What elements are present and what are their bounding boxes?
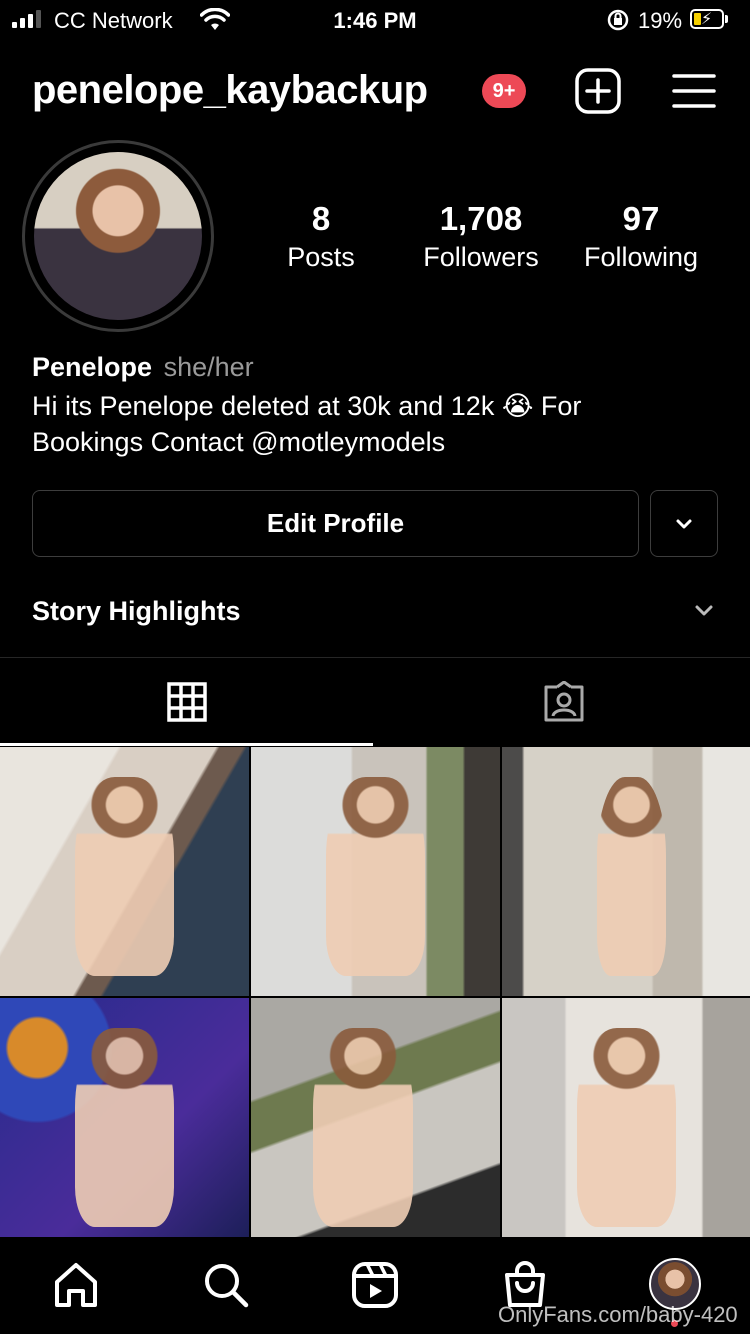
story-highlights-label[interactable]: Story Highlights — [32, 596, 241, 627]
following-count: 97 — [622, 200, 660, 237]
posts-count: 8 — [311, 200, 331, 237]
bio: Hi its Penelope deleted at 30k and 12k 😭… — [32, 388, 692, 460]
battery-cap — [725, 15, 728, 23]
notification-badge[interactable]: 9+ — [482, 74, 526, 108]
chevron-down-icon[interactable] — [694, 604, 714, 623]
reels-icon[interactable] — [350, 1260, 400, 1310]
post-thumbnail[interactable] — [251, 998, 500, 1247]
tab-posts-grid[interactable] — [0, 658, 373, 746]
battery-percent: 19% — [638, 8, 683, 33]
profile-username[interactable]: penelope_kaybackup — [32, 68, 428, 113]
hamburger-menu-icon[interactable] — [672, 72, 716, 110]
grid-icon — [166, 682, 207, 722]
plus-square-icon[interactable] — [575, 68, 621, 114]
followers-count: 1,708 — [439, 200, 523, 237]
suggested-accounts-button[interactable] — [650, 490, 718, 557]
active-tab-indicator — [0, 743, 373, 746]
followers-label: Followers — [423, 242, 539, 272]
pronouns: she/her — [163, 352, 254, 382]
posts-label: Posts — [287, 242, 355, 272]
watermark: OnlyFans.com/baby-420 — [498, 1302, 738, 1327]
following-label: Following — [583, 242, 699, 272]
home-icon[interactable] — [51, 1260, 101, 1310]
battery-icon: ⚡ — [690, 9, 724, 29]
post-thumbnail[interactable] — [502, 747, 750, 996]
post-thumbnail[interactable] — [0, 998, 249, 1247]
display-name: Penelope — [32, 352, 153, 382]
followers-stat[interactable]: 1,708 Followers — [406, 200, 556, 273]
rotation-lock-icon — [606, 8, 630, 38]
bio-line: Hi its Penelope deleted at 30k and 12k 😭… — [32, 391, 582, 421]
tab-tagged[interactable] — [377, 658, 750, 746]
posts-stat[interactable]: 8 Posts — [246, 200, 396, 273]
search-icon[interactable] — [201, 1260, 251, 1310]
profile-name-line: Penelope she/her — [32, 352, 254, 383]
avatar[interactable] — [34, 152, 202, 320]
post-thumbnail[interactable] — [0, 747, 249, 996]
chevron-down-icon — [676, 519, 692, 528]
edit-profile-button[interactable]: Edit Profile — [32, 490, 639, 557]
tagged-person-icon — [544, 681, 583, 722]
status-bar: CC Network 1:46 PM 19% ⚡ — [0, 0, 750, 44]
post-thumbnail[interactable] — [251, 747, 500, 996]
following-stat[interactable]: 97 Following — [566, 200, 716, 273]
post-thumbnail[interactable] — [502, 998, 750, 1247]
bio-line[interactable]: Bookings Contact @motleymodels — [32, 424, 692, 460]
posts-grid — [0, 747, 750, 1247]
